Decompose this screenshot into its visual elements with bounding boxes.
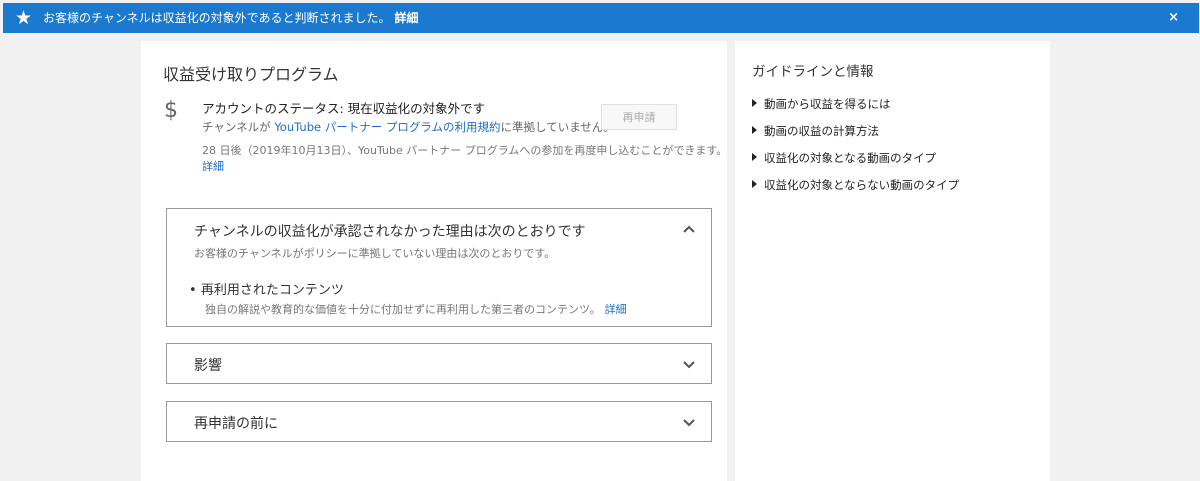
guideline-link[interactable]: 動画の収益の計算方法 bbox=[752, 123, 959, 150]
triangle-right-icon bbox=[752, 99, 757, 107]
account-status: アカウントのステータス: 現在収益化の対象外です bbox=[202, 101, 486, 116]
partner-program-terms-link[interactable]: YouTube パートナー プログラムの利用規約 bbox=[274, 120, 500, 134]
chevron-down-icon[interactable] bbox=[681, 356, 697, 372]
policy-suffix: に準拠していません。 bbox=[500, 120, 615, 134]
policy-message: チャンネルが YouTube パートナー プログラムの利用規約に準拠していません… bbox=[202, 119, 615, 135]
guideline-link[interactable]: 収益化の対象とならない動画のタイプ bbox=[752, 177, 959, 204]
guideline-label[interactable]: 収益化の対象となる動画のタイプ bbox=[764, 150, 936, 166]
guideline-label[interactable]: 動画の収益の計算方法 bbox=[764, 123, 879, 139]
guideline-link[interactable]: 収益化の対象となる動画のタイプ bbox=[752, 150, 959, 177]
guidelines-list: 動画から収益を得るには 動画の収益の計算方法 収益化の対象となる動画のタイプ 収… bbox=[752, 96, 959, 204]
before-reapply-section[interactable]: 再申請の前に bbox=[166, 401, 712, 442]
guideline-label[interactable]: 収益化の対象とならない動画のタイプ bbox=[764, 177, 959, 193]
close-icon[interactable]: × bbox=[1168, 10, 1179, 26]
section-title[interactable]: 影響 bbox=[194, 355, 222, 375]
reason-title: 再利用されたコンテンツ bbox=[200, 283, 344, 298]
chevron-down-icon[interactable] bbox=[681, 414, 697, 430]
section-title[interactable]: チャンネルの収益化が承認されなかった理由は次のとおりです bbox=[194, 221, 586, 241]
star-icon: ★ bbox=[15, 7, 33, 29]
triangle-right-icon bbox=[752, 180, 757, 188]
dollar-icon: $ bbox=[164, 98, 178, 123]
banner-detail-link[interactable]: 詳細 bbox=[395, 11, 419, 25]
guideline-link[interactable]: 動画から収益を得るには bbox=[752, 96, 959, 123]
chevron-up-icon[interactable] bbox=[681, 222, 697, 238]
impact-section[interactable]: 影響 bbox=[166, 343, 712, 384]
reason-text: 独自の解説や教育的な価値を十分に付加せずに再利用した第三者のコンテンツ。 bbox=[205, 303, 601, 316]
policy-prefix: チャンネルが bbox=[202, 120, 275, 134]
reason-detail-link[interactable]: 詳細 bbox=[605, 303, 627, 316]
reason-item: • 再利用されたコンテンツ bbox=[189, 283, 344, 298]
guidelines-card: ガイドラインと情報 動画から収益を得るには 動画の収益の計算方法 収益化の対象と… bbox=[735, 41, 1050, 481]
reason-description: 独自の解説や教育的な価値を十分に付加せずに再利用した第三者のコンテンツ。 詳細 bbox=[205, 301, 627, 317]
section-title[interactable]: 再申請の前に bbox=[194, 413, 278, 433]
triangle-right-icon bbox=[752, 153, 757, 161]
banner-message: お客様のチャンネルは収益化の対象外であると判断されました。 詳細 bbox=[43, 11, 419, 26]
notification-banner: ★ お客様のチャンネルは収益化の対象外であると判断されました。 詳細 × bbox=[3, 3, 1199, 33]
triangle-right-icon bbox=[752, 126, 757, 134]
rejection-reasons-section: チャンネルの収益化が承認されなかった理由は次のとおりです お客様のチャンネルがポ… bbox=[166, 208, 712, 327]
guideline-label[interactable]: 動画から収益を得るには bbox=[764, 96, 891, 112]
reapply-date-text: 28 日後（2019年10月13日）、YouTube パートナー プログラムへの… bbox=[202, 144, 728, 157]
guidelines-title: ガイドラインと情報 bbox=[752, 64, 874, 80]
section-subtitle: お客様のチャンネルがポリシーに準拠していない理由は次のとおりです。 bbox=[194, 247, 556, 260]
banner-text: お客様のチャンネルは収益化の対象外であると判断されました。 bbox=[43, 11, 391, 25]
reapply-button[interactable]: 再申請 bbox=[601, 104, 677, 130]
monetization-card: 収益受け取りプログラム $ アカウントのステータス: 現在収益化の対象外です チ… bbox=[141, 41, 727, 481]
page-title: 収益受け取りプログラム bbox=[163, 65, 339, 84]
reapply-detail-link[interactable]: 詳細 bbox=[202, 158, 224, 174]
